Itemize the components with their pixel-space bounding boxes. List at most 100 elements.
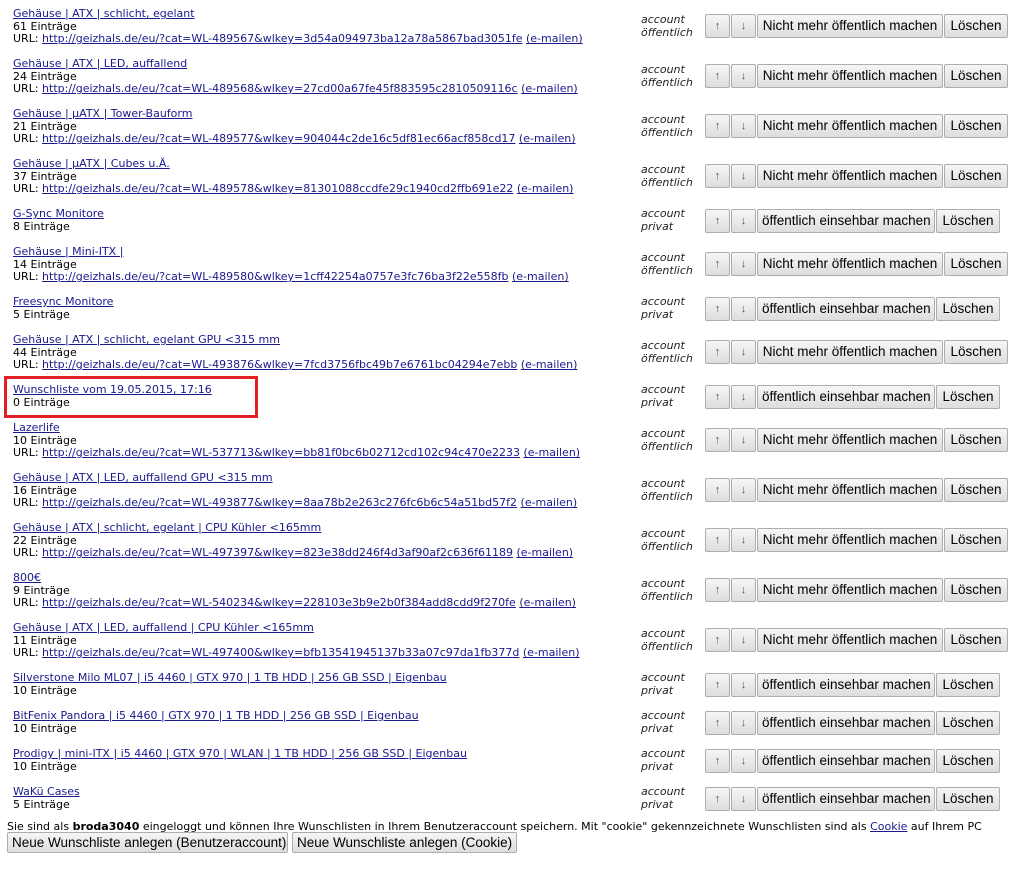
move-up-button[interactable]: ↑ [705,252,730,276]
new-wishlist-account-button[interactable]: Neue Wunschliste anlegen (Benutzeraccoun… [7,832,288,853]
move-up-button[interactable]: ↑ [705,114,730,138]
email-link[interactable]: (e-mailen) [519,596,576,609]
delete-button[interactable]: Löschen [936,673,1000,697]
delete-button[interactable]: Löschen [944,64,1008,88]
wishlist-url-link[interactable]: http://geizhals.de/eu/?cat=WL-489578&wlk… [42,182,513,195]
wishlist-title-link[interactable]: Gehäuse | ATX | LED, auffallend [13,57,578,71]
email-link[interactable]: (e-mailen) [526,32,583,45]
wishlist-url-link[interactable]: http://geizhals.de/eu/?cat=WL-497400&wlk… [42,646,519,659]
move-down-button[interactable]: ↓ [731,164,756,188]
move-up-button[interactable]: ↑ [705,340,730,364]
wishlist-url-link[interactable]: http://geizhals.de/eu/?cat=WL-489580&wlk… [42,270,508,283]
wishlist-url-link[interactable]: http://geizhals.de/eu/?cat=WL-540234&wlk… [42,596,516,609]
delete-button[interactable]: Löschen [936,297,1000,321]
delete-button[interactable]: Löschen [936,711,1000,735]
delete-button[interactable]: Löschen [936,787,1000,811]
delete-button[interactable]: Löschen [944,164,1008,188]
wishlist-title-link[interactable]: 800€ [13,571,576,585]
wishlist-title-link[interactable]: G-Sync Monitore [13,207,104,221]
move-down-button[interactable]: ↓ [731,340,756,364]
make-private-button[interactable]: Nicht mehr öffentlich machen [757,578,943,602]
make-private-button[interactable]: Nicht mehr öffentlich machen [757,114,943,138]
move-up-button[interactable]: ↑ [705,64,730,88]
wishlist-title-link[interactable]: Gehäuse | ATX | LED, auffallend GPU <315… [13,471,577,485]
move-down-button[interactable]: ↓ [731,628,756,652]
delete-button[interactable]: Löschen [944,340,1008,364]
move-down-button[interactable]: ↓ [731,749,756,773]
make-public-button[interactable]: öffentlich einsehbar machen [757,749,935,773]
move-down-button[interactable]: ↓ [731,385,756,409]
delete-button[interactable]: Löschen [944,578,1008,602]
move-down-button[interactable]: ↓ [731,787,756,811]
wishlist-url-link[interactable]: http://geizhals.de/eu/?cat=WL-489568&wlk… [42,82,518,95]
make-public-button[interactable]: öffentlich einsehbar machen [757,787,935,811]
move-up-button[interactable]: ↑ [705,209,730,233]
delete-button[interactable]: Löschen [936,209,1000,233]
wishlist-url-link[interactable]: http://geizhals.de/eu/?cat=WL-489567&wlk… [42,32,522,45]
move-up-button[interactable]: ↑ [705,297,730,321]
wishlist-title-link[interactable]: Lazerlife [13,421,580,435]
make-public-button[interactable]: öffentlich einsehbar machen [757,297,935,321]
move-down-button[interactable]: ↓ [731,478,756,502]
move-down-button[interactable]: ↓ [731,64,756,88]
email-link[interactable]: (e-mailen) [519,132,576,145]
delete-button[interactable]: Löschen [936,385,1000,409]
make-private-button[interactable]: Nicht mehr öffentlich machen [757,340,943,364]
move-up-button[interactable]: ↑ [705,787,730,811]
wishlist-title-link[interactable]: Silverstone Milo ML07 | i5 4460 | GTX 97… [13,671,447,685]
move-up-button[interactable]: ↑ [705,578,730,602]
move-up-button[interactable]: ↑ [705,478,730,502]
email-link[interactable]: (e-mailen) [521,496,578,509]
move-up-button[interactable]: ↑ [705,749,730,773]
move-down-button[interactable]: ↓ [731,428,756,452]
move-up-button[interactable]: ↑ [705,164,730,188]
make-public-button[interactable]: öffentlich einsehbar machen [757,385,935,409]
email-link[interactable]: (e-mailen) [512,270,569,283]
wishlist-title-link[interactable]: Gehäuse | ATX | schlicht, egelant | CPU … [13,521,573,535]
move-up-button[interactable]: ↑ [705,385,730,409]
make-private-button[interactable]: Nicht mehr öffentlich machen [757,64,943,88]
make-private-button[interactable]: Nicht mehr öffentlich machen [757,428,943,452]
move-down-button[interactable]: ↓ [731,578,756,602]
move-up-button[interactable]: ↑ [705,673,730,697]
email-link[interactable]: (e-mailen) [516,546,573,559]
delete-button[interactable]: Löschen [944,252,1008,276]
move-down-button[interactable]: ↓ [731,209,756,233]
cookie-link[interactable]: Cookie [870,820,907,833]
wishlist-title-link[interactable]: WaKü Cases [13,785,80,799]
make-public-button[interactable]: öffentlich einsehbar machen [757,673,935,697]
make-private-button[interactable]: Nicht mehr öffentlich machen [757,628,943,652]
email-link[interactable]: (e-mailen) [523,446,580,459]
move-down-button[interactable]: ↓ [731,14,756,38]
wishlist-url-link[interactable]: http://geizhals.de/eu/?cat=WL-537713&wlk… [42,446,520,459]
move-down-button[interactable]: ↓ [731,528,756,552]
make-public-button[interactable]: öffentlich einsehbar machen [757,711,935,735]
wishlist-title-link[interactable]: Gehäuse | µATX | Tower-Bauform [13,107,576,121]
move-up-button[interactable]: ↑ [705,428,730,452]
wishlist-title-link[interactable]: Gehäuse | ATX | schlicht, egelant [13,7,583,21]
delete-button[interactable]: Löschen [944,428,1008,452]
wishlist-title-link[interactable]: BitFenix Pandora | i5 4460 | GTX 970 | 1… [13,709,419,723]
move-up-button[interactable]: ↑ [705,628,730,652]
move-up-button[interactable]: ↑ [705,528,730,552]
make-private-button[interactable]: Nicht mehr öffentlich machen [757,478,943,502]
move-down-button[interactable]: ↓ [731,673,756,697]
move-down-button[interactable]: ↓ [731,711,756,735]
email-link[interactable]: (e-mailen) [521,358,578,371]
make-private-button[interactable]: Nicht mehr öffentlich machen [757,14,943,38]
move-down-button[interactable]: ↓ [731,252,756,276]
move-down-button[interactable]: ↓ [731,297,756,321]
delete-button[interactable]: Löschen [944,628,1008,652]
wishlist-url-link[interactable]: http://geizhals.de/eu/?cat=WL-493876&wlk… [42,358,517,371]
delete-button[interactable]: Löschen [936,749,1000,773]
wishlist-title-link[interactable]: Prodigy | mini-ITX | i5 4460 | GTX 970 |… [13,747,467,761]
make-private-button[interactable]: Nicht mehr öffentlich machen [757,252,943,276]
wishlist-title-link[interactable]: Freesync Monitore [13,295,113,309]
wishlist-title-link[interactable]: Gehäuse | Mini-ITX | [13,245,569,259]
wishlist-title-link[interactable]: Gehäuse | µATX | Cubes u.Ä. [13,157,573,171]
move-down-button[interactable]: ↓ [731,114,756,138]
delete-button[interactable]: Löschen [944,478,1008,502]
move-up-button[interactable]: ↑ [705,711,730,735]
email-link[interactable]: (e-mailen) [521,82,578,95]
wishlist-title-link[interactable]: Gehäuse | ATX | LED, auffallend | CPU Kü… [13,621,580,635]
